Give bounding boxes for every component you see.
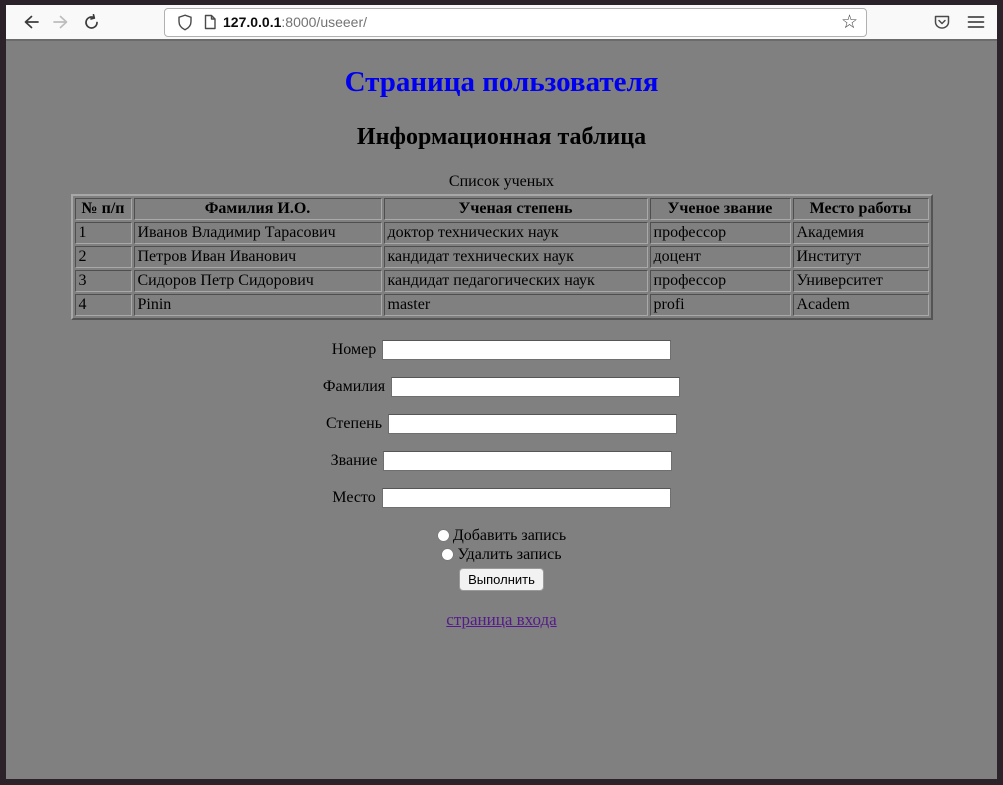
- form-row-title: Звание: [6, 451, 997, 471]
- header-cell-degree: Ученая степень: [384, 198, 648, 220]
- cell-surname: Иванов Владимир Тарасович: [134, 222, 382, 244]
- delete-record-radio[interactable]: [441, 548, 454, 561]
- cell-degree: доктор технических наук: [384, 222, 648, 244]
- cell-surname: Петров Иван Иванович: [134, 246, 382, 268]
- browser-window: 127.0.0.1:8000/useeer/ ☆ Страница пользо…: [0, 0, 1003, 785]
- cell-title: доцент: [650, 246, 791, 268]
- record-form: Номер Фамилия Степень Звание Место Добав…: [6, 340, 997, 630]
- cell-number: 2: [75, 246, 132, 268]
- radio-row-delete: Удалить запись: [6, 545, 997, 564]
- table-row: 4 Pinin master profi Academ: [75, 294, 929, 316]
- url-host: 127.0.0.1: [223, 14, 281, 30]
- browser-toolbar: 127.0.0.1:8000/useeer/ ☆: [6, 5, 997, 41]
- table-row: 3 Сидоров Петр Сидорович кандидат педаго…: [75, 270, 929, 292]
- menu-hamburger-icon[interactable]: [967, 15, 985, 29]
- surname-label: Фамилия: [323, 378, 385, 395]
- cell-workplace: Academ: [793, 294, 929, 316]
- add-record-radio-label[interactable]: Добавить запись: [437, 527, 566, 544]
- bookmark-star-icon[interactable]: ☆: [841, 13, 858, 32]
- login-page-link[interactable]: страница входа: [446, 610, 556, 629]
- table-row: 1 Иванов Владимир Тарасович доктор техни…: [75, 222, 929, 244]
- number-input[interactable]: [382, 340, 671, 360]
- radio-row-add: Добавить запись: [6, 526, 997, 545]
- surname-input[interactable]: [391, 377, 680, 397]
- cell-degree: кандидат педагогических наук: [384, 270, 648, 292]
- header-cell-workplace: Место работы: [793, 198, 929, 220]
- action-radio-group: Добавить запись Удалить запись Выполнить: [6, 526, 997, 591]
- cell-workplace: Институт: [793, 246, 929, 268]
- degree-label: Степень: [326, 415, 382, 432]
- cell-surname: Сидоров Петр Сидорович: [134, 270, 382, 292]
- execute-button[interactable]: Выполнить: [459, 568, 544, 591]
- cell-degree: master: [384, 294, 648, 316]
- title-input[interactable]: [383, 451, 672, 471]
- page-title: Страница пользователя: [6, 66, 997, 99]
- address-bar[interactable]: 127.0.0.1:8000/useeer/ ☆: [164, 8, 867, 37]
- cell-surname: Pinin: [134, 294, 382, 316]
- cell-workplace: Академия: [793, 222, 929, 244]
- cell-number: 3: [75, 270, 132, 292]
- table-header-row: № п/п Фамилия И.О. Ученая степень Ученое…: [75, 198, 929, 220]
- cell-title: профессор: [650, 270, 791, 292]
- add-record-radio[interactable]: [437, 529, 450, 542]
- cell-degree: кандидат технических наук: [384, 246, 648, 268]
- form-row-number: Номер: [6, 340, 997, 360]
- delete-record-radio-label[interactable]: Удалить запись: [441, 546, 561, 563]
- workplace-label: Место: [332, 489, 375, 506]
- form-row-workplace: Место: [6, 488, 997, 508]
- cell-workplace: Университет: [793, 270, 929, 292]
- forward-button[interactable]: [46, 7, 76, 37]
- number-label: Номер: [332, 341, 376, 358]
- tracking-shield-icon[interactable]: [177, 14, 193, 31]
- section-title: Информационная таблица: [6, 124, 997, 151]
- toolbar-right-icons: [933, 14, 985, 31]
- page-content: Страница пользователя Информационная таб…: [6, 41, 997, 777]
- forward-arrow-icon: [52, 14, 70, 30]
- cell-number: 4: [75, 294, 132, 316]
- header-cell-number: № п/п: [75, 198, 132, 220]
- table-row: 2 Петров Иван Иванович кандидат техничес…: [75, 246, 929, 268]
- login-link-row: страница входа: [6, 610, 997, 630]
- workplace-input[interactable]: [382, 488, 671, 508]
- page-info-icon[interactable]: [203, 14, 217, 30]
- title-label: Звание: [331, 452, 378, 469]
- url-path: :8000/useeer/: [281, 14, 367, 30]
- url-text[interactable]: 127.0.0.1:8000/useeer/: [223, 14, 835, 30]
- reload-button[interactable]: [76, 7, 106, 37]
- back-button[interactable]: [16, 7, 46, 37]
- cell-title: профессор: [650, 222, 791, 244]
- degree-input[interactable]: [388, 414, 677, 434]
- form-row-surname: Фамилия: [6, 377, 997, 397]
- table-caption: Список ученых: [71, 173, 933, 194]
- form-row-degree: Степень: [6, 414, 997, 434]
- pocket-icon[interactable]: [933, 14, 951, 31]
- cell-title: profi: [650, 294, 791, 316]
- header-cell-surname: Фамилия И.О.: [134, 198, 382, 220]
- reload-icon: [83, 14, 100, 31]
- header-cell-title: Ученое звание: [650, 198, 791, 220]
- back-arrow-icon: [22, 14, 40, 30]
- cell-number: 1: [75, 222, 132, 244]
- scientists-table: Список ученых № п/п Фамилия И.О. Ученая …: [71, 173, 933, 320]
- submit-row: Выполнить: [6, 564, 997, 591]
